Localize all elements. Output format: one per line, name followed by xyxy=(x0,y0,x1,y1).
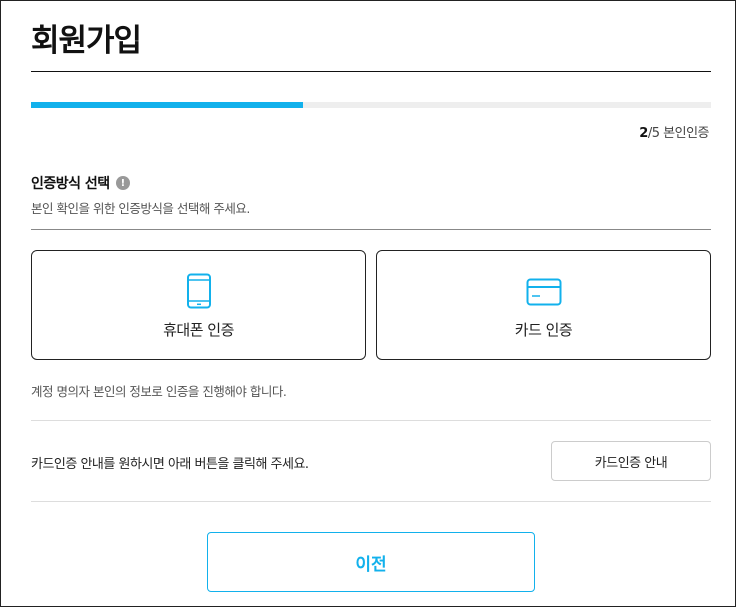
phone-auth-label: 휴대폰 인증 xyxy=(163,321,234,339)
card-guide-text: 카드인증 안내를 원하시면 아래 버튼을 클릭해 주세요. xyxy=(31,457,309,472)
signup-window: 회원가입 2/5 본인인증 인증방식 선택 ! 본인 확인을 위한 인증방식을 … xyxy=(0,0,736,607)
section-divider xyxy=(31,229,711,230)
progress-fill xyxy=(31,102,303,108)
smartphone-icon xyxy=(186,273,212,313)
prev-button[interactable]: 이전 xyxy=(207,532,535,592)
credit-card-icon xyxy=(526,278,562,310)
info-circle-icon[interactable]: ! xyxy=(115,176,130,190)
card-guide-button[interactable]: 카드인증 안내 xyxy=(551,441,711,481)
page-title: 회원가입 xyxy=(31,23,142,59)
section-description: 본인 확인을 위한 인증방식을 선택해 주세요. xyxy=(31,201,250,216)
section-title: 인증방식 선택 ! xyxy=(31,173,130,193)
title-divider xyxy=(31,71,711,72)
notice-divider xyxy=(31,420,711,421)
notice-text: 계정 명의자 본인의 정보로 인증을 진행해야 합니다. xyxy=(31,384,287,399)
card-auth-card[interactable]: 카드 인증 xyxy=(376,250,711,360)
card-auth-label: 카드 인증 xyxy=(514,321,573,339)
progress-bar xyxy=(31,102,711,108)
step-indicator: 2/5 본인인증 xyxy=(639,122,709,141)
phone-auth-card[interactable]: 휴대폰 인증 xyxy=(31,250,366,360)
section-title-text: 인증방식 선택 xyxy=(31,176,110,192)
current-step: 2 xyxy=(639,126,648,141)
total-steps: 5 xyxy=(651,126,660,141)
guide-divider xyxy=(31,501,711,502)
step-label: 본인인증 xyxy=(663,126,709,141)
